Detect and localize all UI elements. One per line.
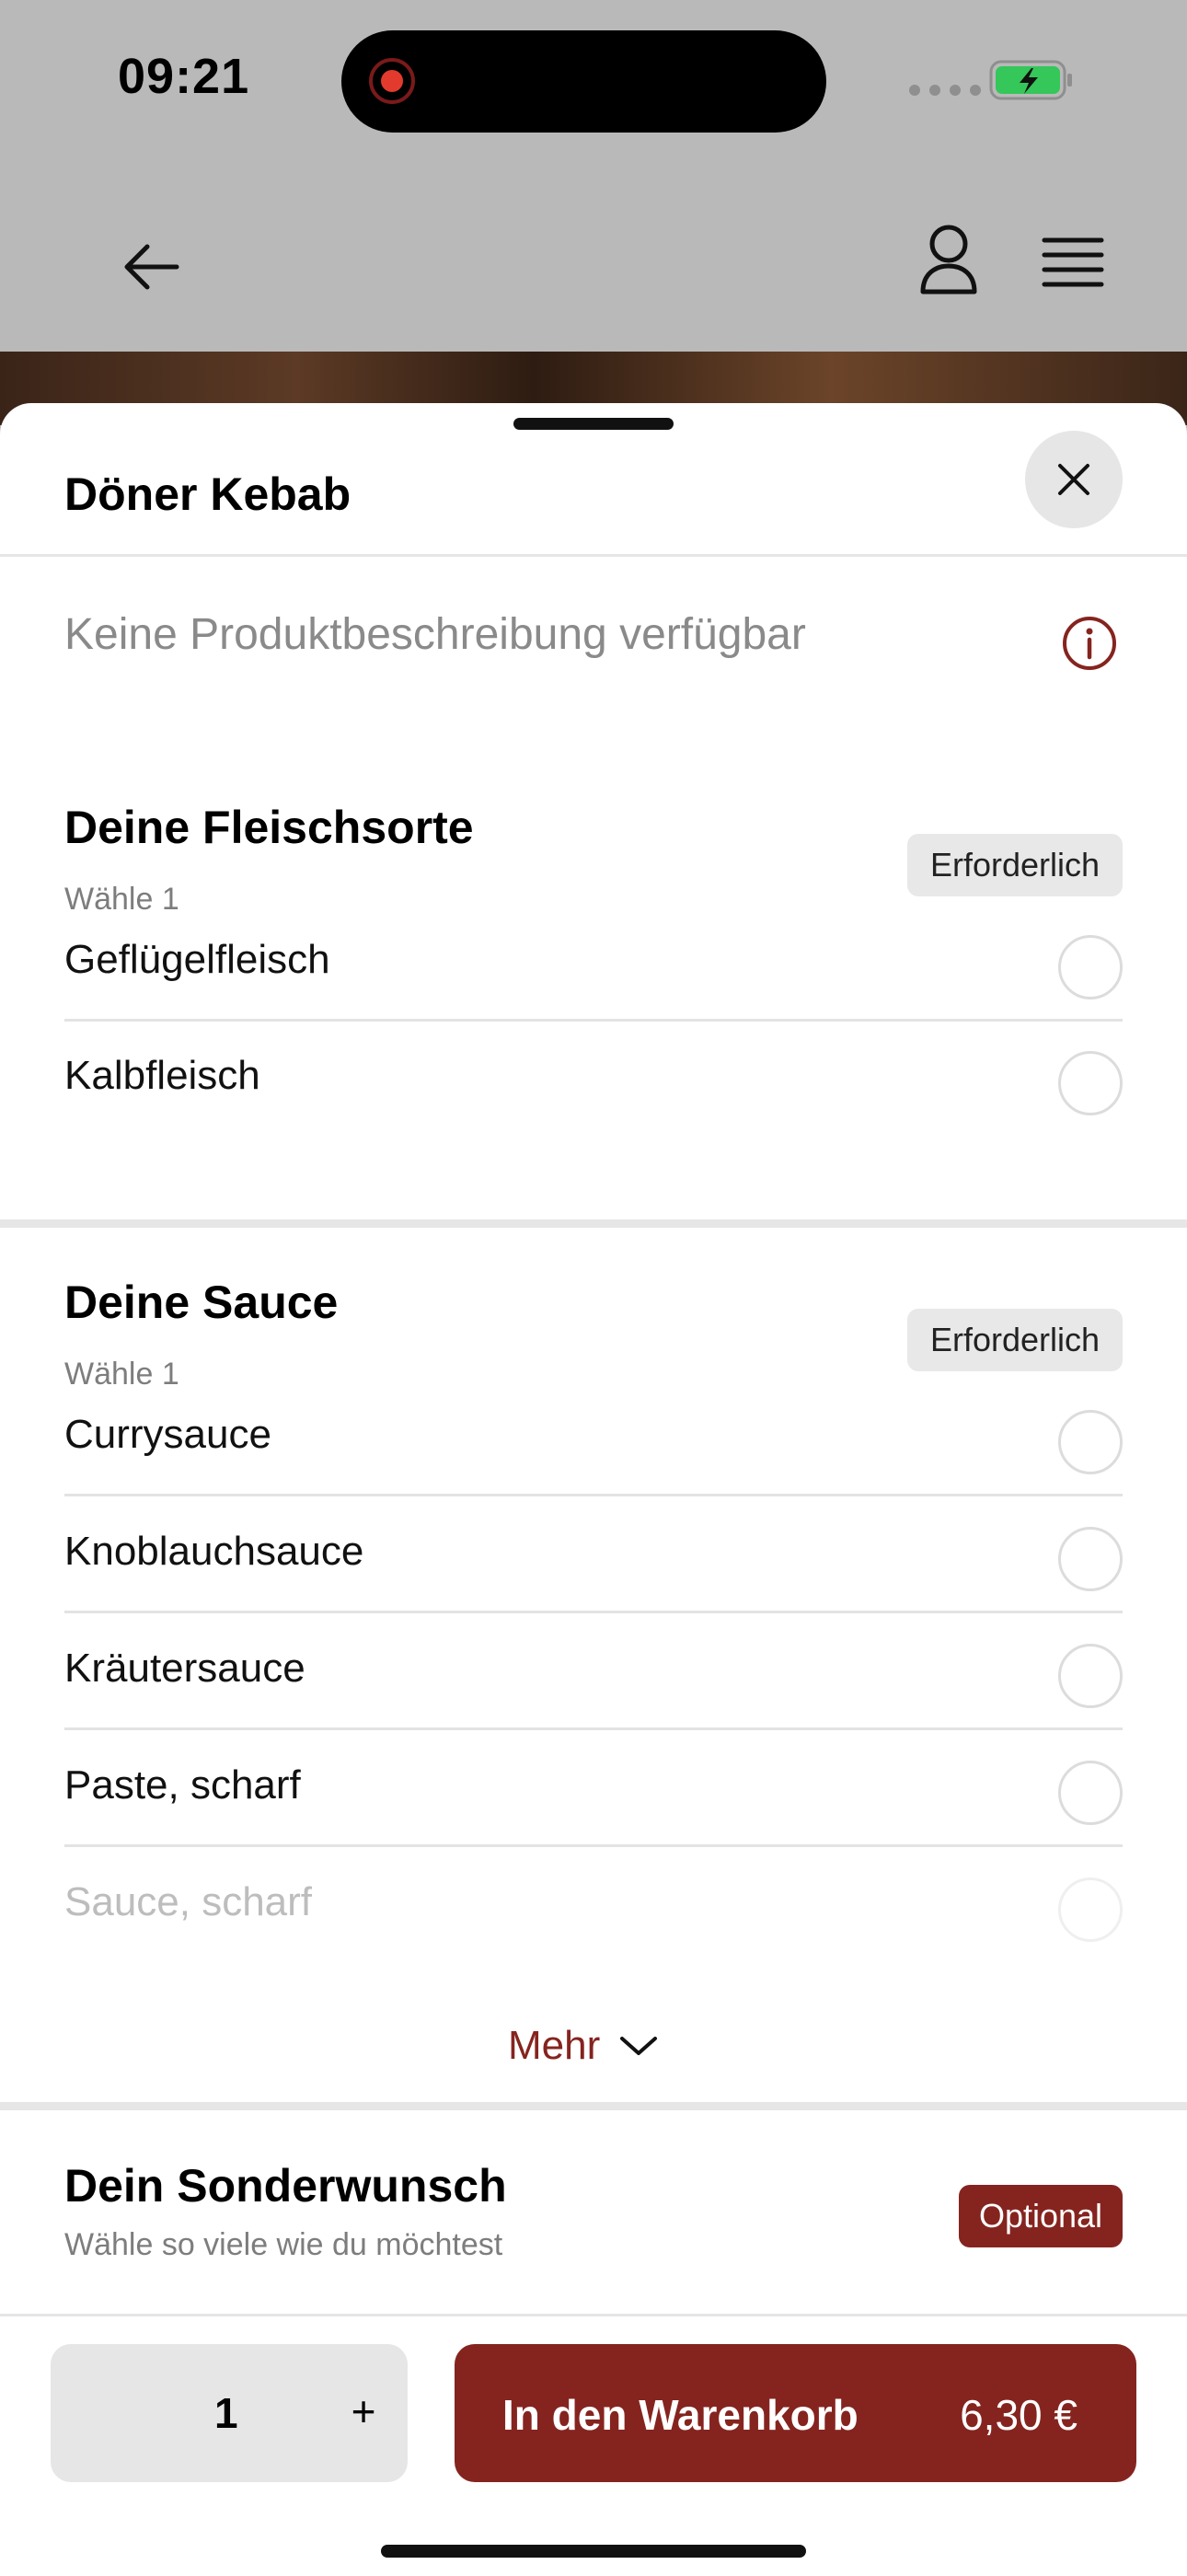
sheet-header: Döner Kebab [0,431,1187,557]
show-more-label: Mehr [508,2023,601,2068]
radio-button[interactable] [1058,1644,1123,1708]
radio-button[interactable] [1058,1761,1123,1825]
required-badge: Erforderlich [907,834,1123,896]
quantity-value: 1 [214,2389,238,2437]
section-title-sauce: Deine Sauce [64,1276,339,1328]
bottom-action-bar: 1 + In den Warenkorb 6,30 € [0,2314,1187,2576]
option-label: Kalbfleisch [64,1053,260,1098]
radio-button[interactable] [1058,1527,1123,1591]
option-meat-gefluegelfleisch[interactable]: Geflügelfleisch [64,906,1123,1022]
product-options-sheet: Döner Kebab Keine Produktbeschreibung ve… [0,403,1187,2573]
top-navigation [0,166,1187,350]
option-sauce-currysauce[interactable]: Currysauce [64,1380,1123,1496]
radio-button[interactable] [1058,1410,1123,1474]
add-to-cart-label: In den Warenkorb [502,2391,859,2439]
radio-button[interactable] [1058,1877,1123,1942]
option-label: Currysauce [64,1412,271,1457]
signal-icon [909,85,981,96]
price-label: 6,30 € [960,2391,1078,2439]
status-time: 09:21 [118,49,250,104]
option-label: Knoblauchsauce [64,1529,364,1574]
status-bar: 09:21 [0,0,1187,166]
show-more-button[interactable]: Mehr [508,2014,659,2078]
radio-button[interactable] [1058,935,1123,999]
radio-button[interactable] [1058,1051,1123,1115]
recording-icon [369,58,415,104]
option-label: Paste, scharf [64,1762,301,1808]
option-label: Geflügelfleisch [64,937,330,982]
chevron-down-icon [620,2037,658,2055]
quantity-stepper: 1 + [51,2344,408,2482]
optional-badge: Optional [959,2185,1123,2247]
close-button[interactable] [1025,431,1123,528]
product-description: Keine Produktbeschreibung verfügbar [64,610,806,659]
option-sauce-knoblauchsauce[interactable]: Knoblauchsauce [64,1497,1123,1613]
option-sauce-kraeutersauce[interactable]: Kräutersauce [64,1614,1123,1730]
option-sauce-sauce-scharf[interactable]: Sauce, scharf [64,1848,1123,1964]
battery-charging-icon [989,60,1072,100]
product-title: Döner Kebab [64,468,351,520]
required-badge: Erforderlich [907,1309,1123,1371]
section-title-meat: Deine Fleischsorte [64,802,474,853]
back-arrow-icon[interactable] [120,239,184,295]
section-divider [0,2102,1187,2110]
info-icon[interactable] [1061,615,1118,672]
option-label: Sauce, scharf [64,1879,313,1924]
section-title-extras: Dein Sonderwunsch [64,2160,507,2212]
hamburger-menu-icon[interactable] [1042,236,1104,289]
add-to-cart-button[interactable]: In den Warenkorb 6,30 € [455,2344,1136,2482]
option-label: Kräutersauce [64,1646,305,1691]
sheet-grabber[interactable] [513,418,674,430]
home-indicator [381,2545,806,2558]
option-meat-kalbfleisch[interactable]: Kalbfleisch [64,1022,1123,1138]
close-icon [1058,464,1089,495]
dynamic-island [341,30,826,133]
section-subtitle-extras: Wähle so viele wie du möchtest [64,2227,503,2262]
option-sauce-paste-scharf[interactable]: Paste, scharf [64,1731,1123,1847]
quantity-increase-button[interactable]: + [336,2379,391,2443]
section-divider [0,1219,1187,1228]
user-account-icon[interactable] [917,224,980,297]
